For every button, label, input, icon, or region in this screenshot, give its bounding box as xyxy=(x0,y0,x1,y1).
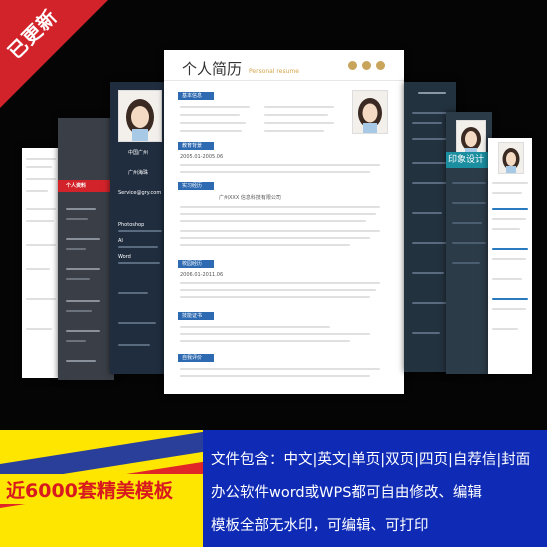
profile-header-label: 个人资料 xyxy=(66,183,87,189)
resume-card-dark-left: 个人资料 xyxy=(58,118,114,380)
main-portrait-photo xyxy=(352,90,388,134)
campus-date: 2006.01-2011.06 xyxy=(180,272,224,278)
portrait-photo xyxy=(118,90,162,142)
resume-title: 个人简历 xyxy=(182,60,243,78)
address-text: 广州海珠 xyxy=(128,170,149,176)
location-text: 中国广州 xyxy=(128,150,149,156)
email-icon xyxy=(362,61,371,70)
internship-company: 广州XXX 信息科技有限公司 xyxy=(219,195,281,201)
promo-text: 近6000套精美模板 xyxy=(6,480,173,502)
resume-card-main: 个人简历 Personal resume 基本信息 教育背景 2005.01-2… xyxy=(164,50,404,394)
teal-portrait-photo xyxy=(456,120,486,156)
phone-icon xyxy=(376,61,385,70)
contact-icon xyxy=(348,61,357,70)
section-education: 教育背景 xyxy=(178,142,214,150)
skill-photoshop: Photoshop xyxy=(118,222,145,228)
feature-line-1: 文件包含：中文|英文|单页|双页|四页|自荐信|封面 xyxy=(211,452,531,468)
skill-ai: AI xyxy=(118,238,123,244)
promo-banner-right: 文件包含：中文|英文|单页|双页|四页|自荐信|封面 办公软件word或WPS都… xyxy=(203,430,547,547)
section-campus: 校园经历 xyxy=(178,260,214,268)
promo-banner-left: 近6000套精美模板 xyxy=(0,430,203,547)
promo-banner: 近6000套精美模板 文件包含：中文|英文|单页|双页|四页|自荐信|封面 办公… xyxy=(0,430,547,547)
skill-word: Word xyxy=(118,254,131,260)
education-date: 2005.01-2005.06 xyxy=(180,154,224,160)
section-basic-info: 基本信息 xyxy=(178,92,214,100)
feature-line-3: 模板全部无水印，可编辑、可打印 xyxy=(211,518,429,534)
resume-card-right-teal: 印象设计 xyxy=(446,112,492,374)
resume-card-far-left xyxy=(22,148,62,378)
section-self-eval: 自我评价 xyxy=(178,354,214,362)
feature-line-2: 办公软件word或WPS都可自由修改、编辑 xyxy=(211,485,482,501)
email-text: Service@gry.com xyxy=(118,190,162,196)
section-skills: 技能证书 xyxy=(178,312,214,320)
resume-card-navy: 中国广州 广州海珠 Service@gry.com Photoshop AI W… xyxy=(110,82,172,374)
resume-card-far-right xyxy=(488,138,532,374)
resume-title-en: Personal resume xyxy=(249,68,299,75)
impression-title: 印象设计 xyxy=(448,155,485,165)
resume-collage: 个人资料 中国广州 广州海珠 Service@gry.com Photoshop… xyxy=(0,0,547,430)
section-internship: 实习经历 xyxy=(178,182,214,190)
far-right-portrait-photo xyxy=(498,142,524,174)
